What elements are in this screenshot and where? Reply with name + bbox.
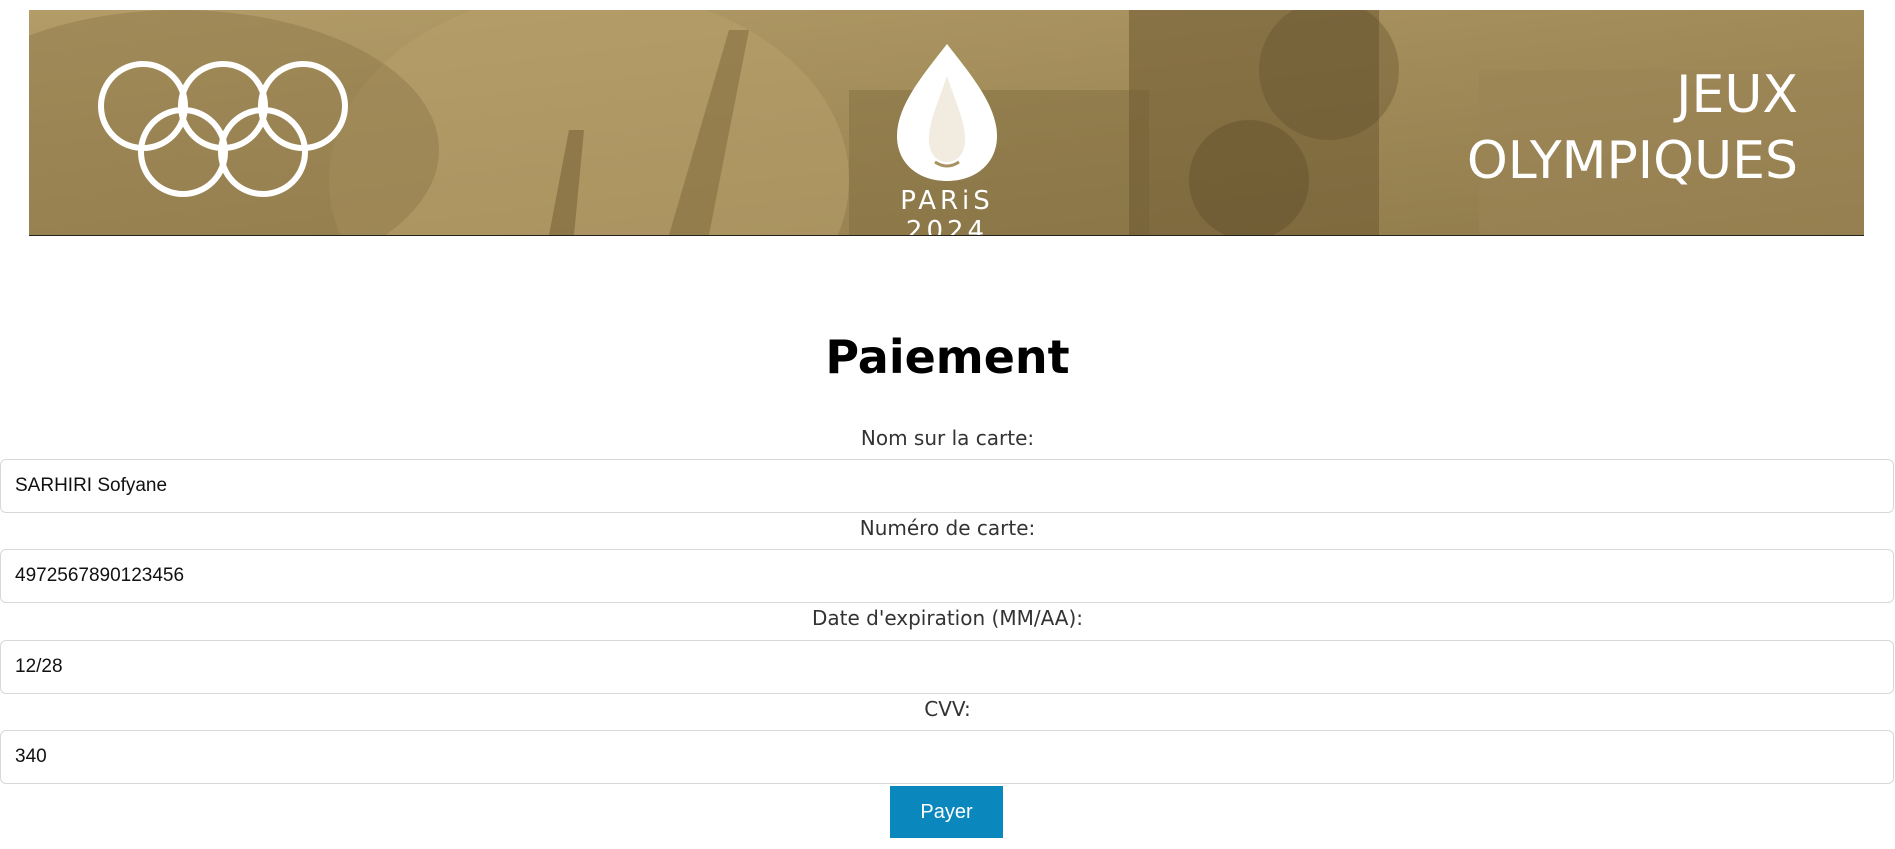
paris-2024-text: PARiS 2024 [900,186,994,236]
jeux-line: JEUX [1676,65,1798,125]
cvv-input[interactable] [0,730,1894,784]
flame-emblem-icon [897,44,997,181]
page-title: Paiement [825,330,1070,384]
name-label: Nom sur la carte: [860,426,1035,450]
expiry-label: Date d'expiration (MM/AA): [811,606,1084,630]
jeux-olympiques-text: JEUX OLYMPIQUES [1467,62,1798,194]
paris-2024-logo: PARiS 2024 [867,36,1027,235]
name-on-card-input[interactable] [0,459,1894,513]
payment-page: PARiS 2024 JEUX OLYMPIQUES Paiement Nom … [0,0,1895,849]
pay-button[interactable]: Payer [890,786,1003,838]
olympiques-line: OLYMPIQUES [1466,131,1798,191]
header-banner: PARiS 2024 JEUX OLYMPIQUES [29,10,1864,236]
card-number-input[interactable] [0,549,1894,603]
expiry-date-input[interactable] [0,640,1894,694]
cvv-label: CVV: [924,697,971,721]
card-number-label: Numéro de carte: [859,516,1036,540]
olympic-rings-logo [98,61,348,197]
